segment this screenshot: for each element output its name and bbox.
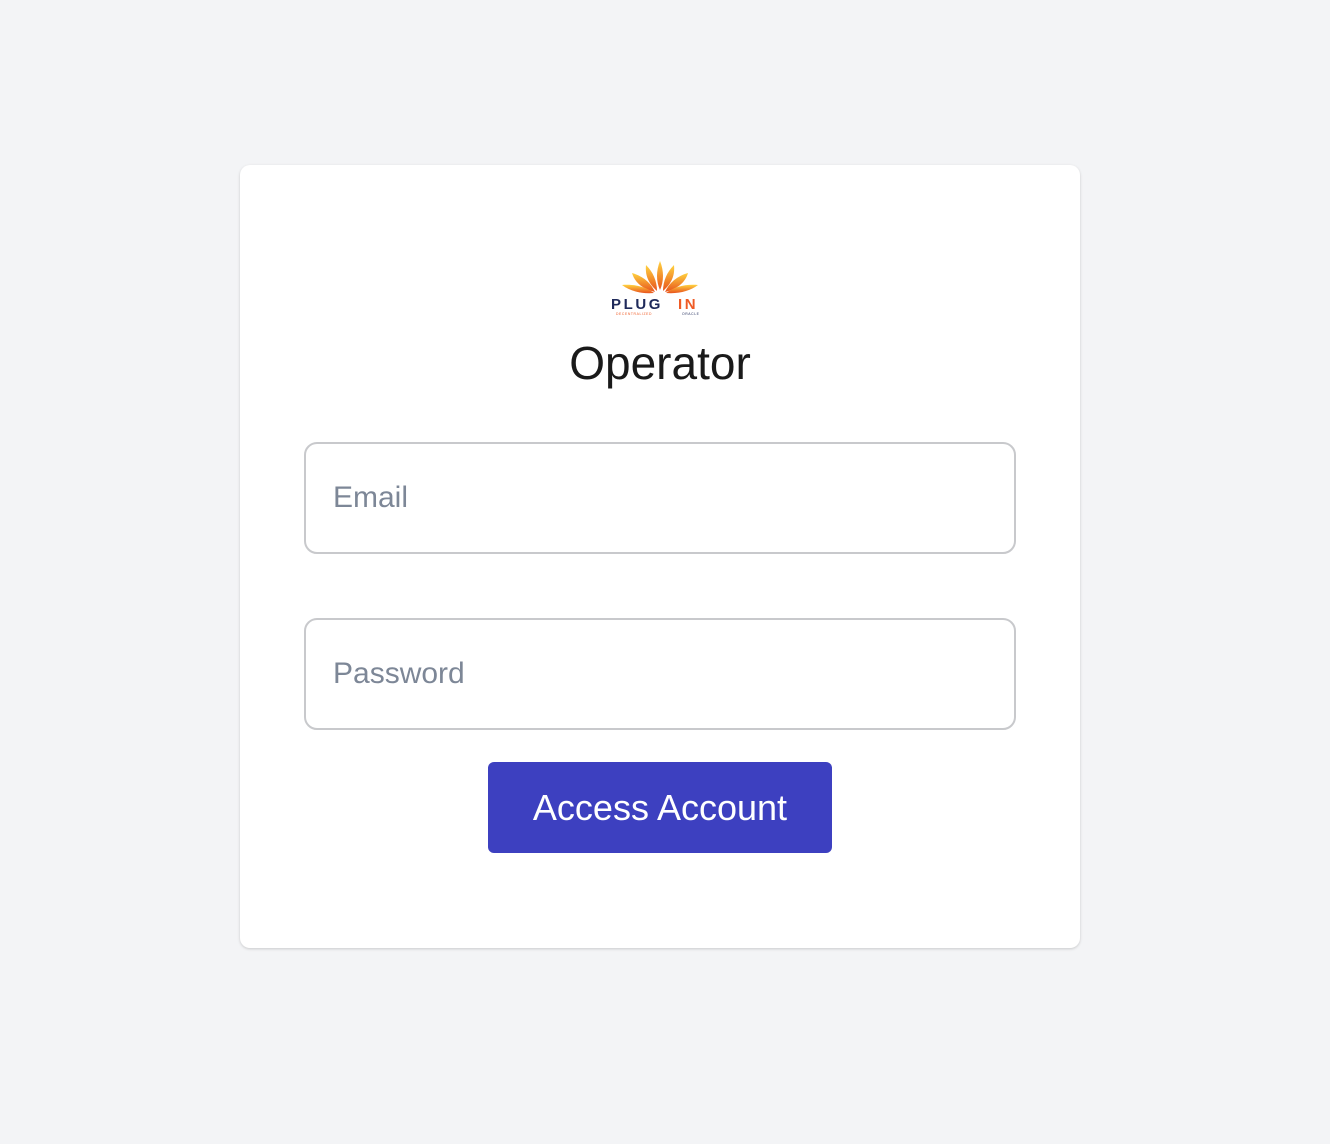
plugin-logo-icon: PLUG IN DECENTRALIZED ORACLE <box>611 261 700 316</box>
access-account-button[interactable]: Access Account <box>488 762 832 853</box>
svg-text:PLUG: PLUG <box>611 296 663 313</box>
svg-text:ORACLE: ORACLE <box>682 312 700 316</box>
svg-text:IN: IN <box>678 296 698 313</box>
email-field[interactable] <box>304 442 1016 554</box>
login-card: PLUG IN DECENTRALIZED ORACLE Operator Ac… <box>240 165 1080 948</box>
email-input[interactable] <box>306 444 1014 552</box>
page-title: Operator <box>569 337 751 389</box>
password-input[interactable] <box>306 620 1014 728</box>
plugin-logo: PLUG IN DECENTRALIZED ORACLE <box>610 257 710 319</box>
svg-text:DECENTRALIZED: DECENTRALIZED <box>616 312 652 316</box>
password-field[interactable] <box>304 618 1016 730</box>
